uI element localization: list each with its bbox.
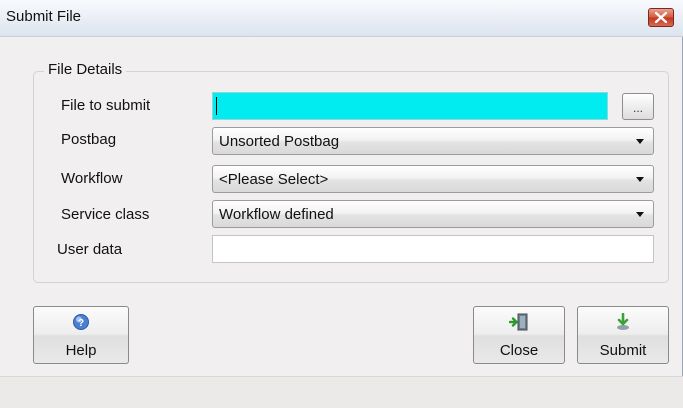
close-x-icon (655, 12, 667, 23)
window-title: Submit File (6, 8, 82, 25)
chevron-down-icon (636, 177, 644, 182)
help-button[interactable]: ? Help (33, 306, 129, 364)
file-to-submit-input[interactable] (212, 92, 608, 120)
close-button[interactable]: Close (473, 306, 565, 364)
help-icon: ? (73, 314, 89, 330)
title-bar: Submit File (0, 0, 683, 37)
help-button-label: Help (65, 342, 97, 359)
workflow-label: Workflow (61, 170, 123, 187)
submit-file-dialog: Submit File File Details File to submit … (0, 0, 683, 408)
user-data-label: User data (57, 241, 123, 258)
chevron-down-icon (636, 212, 644, 217)
chevron-down-icon (636, 139, 644, 144)
group-title: File Details (44, 61, 127, 78)
svg-text:?: ? (78, 318, 84, 329)
status-bar (0, 376, 683, 408)
postbag-select[interactable]: Unsorted Postbag (212, 127, 654, 155)
user-data-input[interactable] (212, 235, 654, 263)
browse-button[interactable]: ... (622, 93, 654, 120)
file-to-submit-label: File to submit (61, 97, 151, 114)
postbag-value: Unsorted Postbag (219, 133, 340, 150)
postbag-label: Postbag (61, 131, 117, 148)
submit-button-label: Submit (599, 342, 647, 359)
exit-door-icon (509, 313, 528, 331)
window-close-button[interactable] (648, 8, 674, 27)
service-class-select[interactable]: Workflow defined (212, 200, 654, 228)
close-button-label: Close (499, 342, 539, 359)
workflow-select[interactable]: <Please Select> (212, 165, 654, 193)
text-caret (216, 97, 217, 115)
service-class-label: Service class (61, 206, 150, 223)
submit-button[interactable]: Submit (577, 306, 669, 364)
submit-arrow-icon (617, 313, 629, 330)
workflow-value: <Please Select> (219, 171, 329, 188)
service-class-value: Workflow defined (219, 206, 334, 223)
